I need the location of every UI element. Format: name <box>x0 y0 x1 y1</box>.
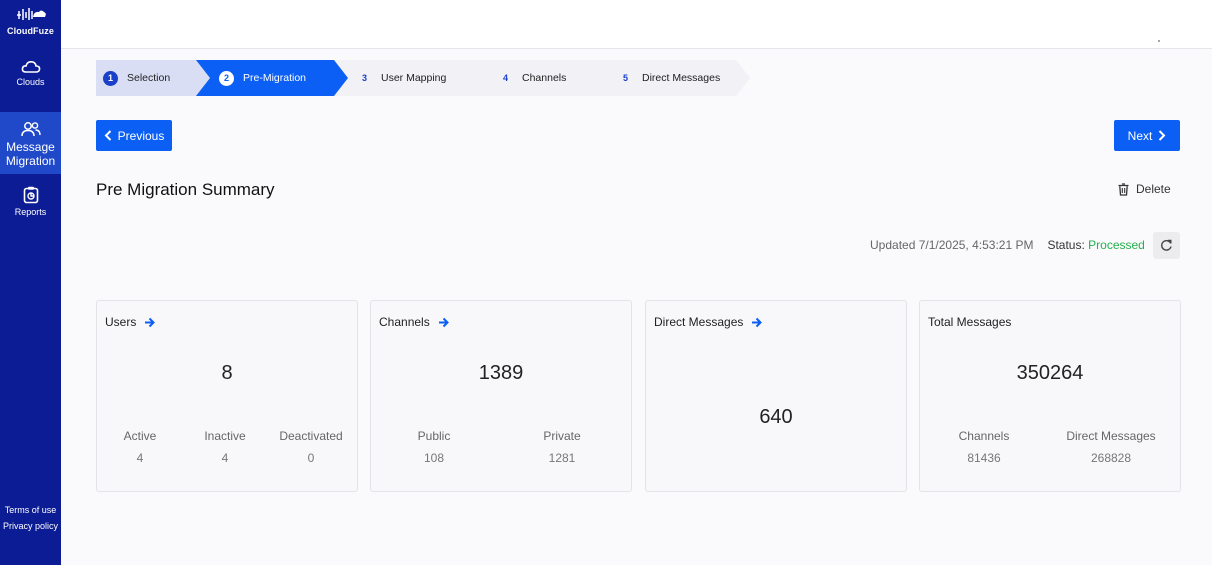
sidebar-item-label: Reports <box>14 207 47 217</box>
sidebar-item-reports[interactable]: Reports <box>0 186 61 220</box>
card-title: Users <box>105 315 156 329</box>
cloud-icon <box>21 60 40 73</box>
sidebar: CloudFuze Clouds Message Migration Repor… <box>0 0 61 565</box>
logo-text: CloudFuze <box>7 26 54 36</box>
total-messages-card: Total Messages 350264 Channels 81436 Dire… <box>919 300 1181 492</box>
sidebar-item-label: Message Migration <box>5 140 56 168</box>
refresh-button[interactable] <box>1153 232 1180 259</box>
inactive-value: 4 <box>221 451 229 465</box>
public-label: Public <box>417 429 451 443</box>
step-label: User Mapping <box>381 72 447 84</box>
users-active: Active 4 <box>95 429 185 465</box>
channels-public: Public 108 <box>389 429 479 465</box>
next-button[interactable]: Next <box>1114 120 1180 151</box>
users-card: Users 8 Active 4 Inactive 4 Deactivated 0 <box>96 300 358 492</box>
card-title: Total Messages <box>928 315 1011 329</box>
delete-button[interactable]: Delete <box>1118 182 1171 196</box>
channels-label: Channels <box>958 429 1010 443</box>
dms-title: Direct Messages <box>654 315 744 329</box>
card-title: Direct Messages <box>654 315 763 329</box>
chevron-right-icon <box>1159 130 1166 141</box>
channels-value: 81436 <box>967 451 1001 465</box>
arrow-right-icon[interactable] <box>144 317 156 328</box>
total-messages-value: 350264 <box>1016 362 1084 384</box>
step-number: 5 <box>622 73 628 83</box>
private-value: 1281 <box>548 451 576 465</box>
status-value: Processed <box>1088 238 1145 252</box>
step-number: 4 <box>502 73 508 83</box>
total-channels: Channels 81436 <box>939 429 1029 465</box>
users-title: Users <box>105 315 137 329</box>
previous-button[interactable]: Previous <box>96 120 172 151</box>
private-label: Private <box>543 429 581 443</box>
direct-messages-card: Direct Messages 640 <box>645 300 907 492</box>
privacy-policy-link[interactable]: Privacy policy <box>0 521 61 531</box>
users-total: 8 <box>221 362 233 384</box>
total-title: Total Messages <box>928 315 1012 329</box>
previous-label: Previous <box>117 128 165 143</box>
step-number: 1 <box>103 70 118 86</box>
channels-title: Channels <box>379 315 430 329</box>
top-bar <box>61 0 1212 49</box>
refresh-icon <box>1161 239 1172 251</box>
step-user-mapping[interactable]: 3 User Mapping <box>357 60 446 96</box>
channels-card: Channels 1389 Public 108 Private 1281 <box>370 300 632 492</box>
public-value: 108 <box>423 451 445 465</box>
step-label: Pre-Migration <box>243 72 307 84</box>
logo[interactable]: CloudFuze <box>0 6 61 36</box>
users-inactive: Inactive 4 <box>180 429 270 465</box>
channels-total: 1389 <box>478 362 524 384</box>
arrow-right-icon[interactable] <box>751 317 763 328</box>
step-selection[interactable]: 1 Selection <box>103 60 170 96</box>
terms-of-use-link[interactable]: Terms of use <box>0 505 61 515</box>
chevron-left-icon <box>104 130 111 141</box>
dms-total: 640 <box>759 406 793 428</box>
step-pre-migration[interactable]: 2 Pre-Migration <box>219 60 306 96</box>
card-title: Channels <box>379 315 449 329</box>
status-label: Status: <box>1047 238 1085 252</box>
status-line: Updated 7/1/2025, 4:53:21 PM Status: Proc… <box>870 238 1145 252</box>
trash-icon <box>1118 182 1129 196</box>
active-label: Active <box>123 429 157 443</box>
deactivated-value: 0 <box>307 451 315 465</box>
sidebar-item-clouds[interactable]: Clouds <box>0 60 61 96</box>
top-bar-dot <box>1158 40 1160 42</box>
delete-label: Delete <box>1136 182 1171 196</box>
dm-label: Direct Messages <box>1066 429 1156 443</box>
step-label: Channels <box>522 72 567 84</box>
channels-private: Private 1281 <box>517 429 607 465</box>
updated-timestamp: Updated 7/1/2025, 4:53:21 PM <box>870 238 1034 252</box>
cloudfuze-logo-icon <box>16 8 46 20</box>
next-label: Next <box>1127 128 1153 143</box>
dm-value: 268828 <box>1090 451 1132 465</box>
total-direct-messages: Direct Messages 268828 <box>1056 429 1166 465</box>
users-deactivated: Deactivated 0 <box>266 429 356 465</box>
users-icon <box>20 122 41 137</box>
step-label: Direct Messages <box>642 72 721 84</box>
page-title: Pre Migration Summary <box>96 180 275 199</box>
arrow-right-icon[interactable] <box>438 317 449 328</box>
report-icon <box>23 186 38 204</box>
deactivated-label: Deactivated <box>279 429 343 443</box>
sidebar-item-message-migration[interactable]: Message Migration <box>0 112 61 174</box>
step-channels[interactable]: 4 Channels <box>498 60 566 96</box>
migration-stepper: 1 Selection 2 Pre-Migration 3 User Mappi… <box>96 60 796 96</box>
inactive-label: Inactive <box>204 429 246 443</box>
sidebar-item-label: Clouds <box>16 77 45 87</box>
active-value: 4 <box>136 451 144 465</box>
step-direct-messages[interactable]: 5 Direct Messages <box>618 60 720 96</box>
step-label: Selection <box>127 72 171 84</box>
step-number: 3 <box>361 73 367 83</box>
step-number: 2 <box>219 70 234 86</box>
